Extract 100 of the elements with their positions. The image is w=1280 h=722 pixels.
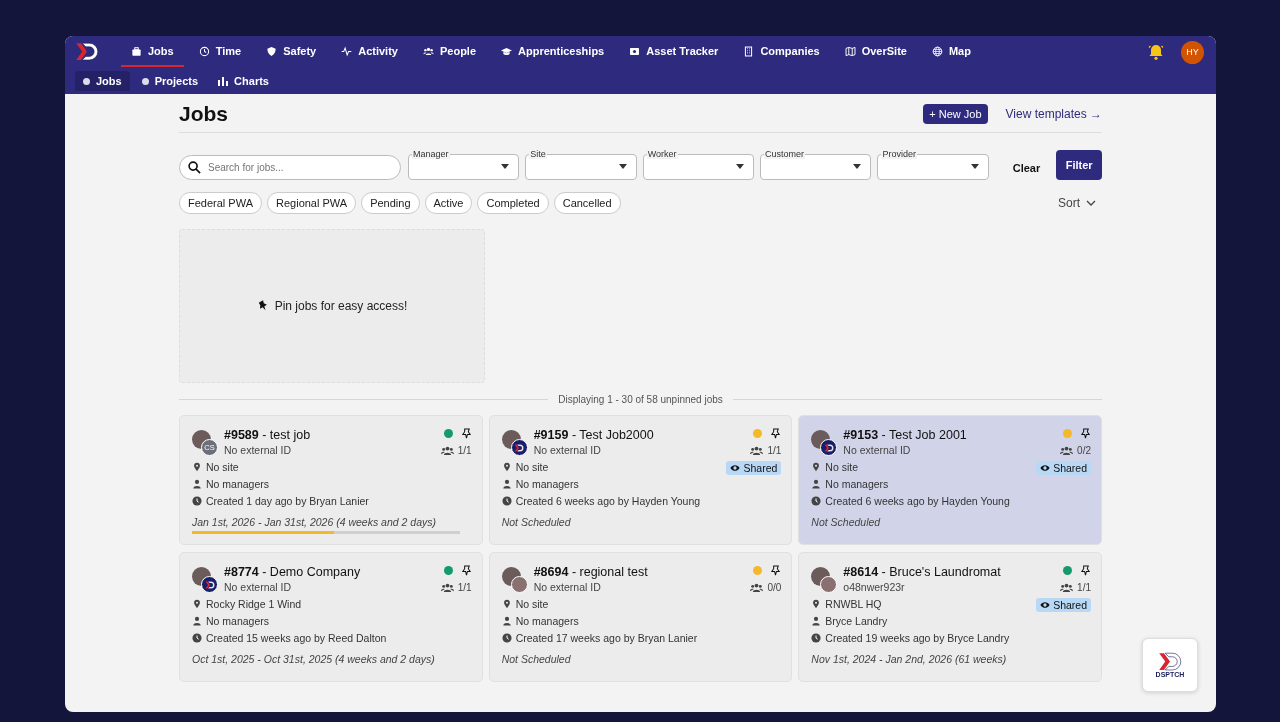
view-templates-link[interactable]: View templates → — [1005, 107, 1102, 121]
bell-icon[interactable] — [1147, 43, 1165, 61]
person-icon — [192, 616, 202, 626]
subnav-tab[interactable]: Charts — [210, 71, 277, 91]
job-card[interactable]: #9159 - Test Job2000 No external ID 1/1 No site No managers Created 6 weeks ago by Hayden Young Shared Not Scheduled — [488, 415, 793, 545]
external-id: No external ID — [843, 444, 912, 456]
nav-tab[interactable]: Map — [921, 37, 981, 67]
logo-icon[interactable] — [75, 42, 99, 62]
schedule-text: Oct 1st, 2025 - Oct 31st, 2025 (4 weeks and 2 days) — [192, 653, 436, 665]
caret-icon — [501, 164, 510, 169]
schedule-text: Jan 1st, 2026 - Jan 31st, 2026 (4 weeks and 2 days) — [192, 516, 437, 528]
managers-text: No managers — [515, 615, 579, 627]
nav-tab[interactable]: Safety — [256, 37, 327, 67]
nav-tab[interactable]: OverSite — [834, 37, 917, 67]
job-title[interactable]: #8694 - regional test — [533, 565, 745, 579]
nav-tab[interactable]: Time — [188, 37, 252, 67]
sort-button[interactable]: Sort — [1052, 195, 1102, 211]
chevron-down-icon — [1086, 200, 1096, 206]
pushpin-icon[interactable] — [460, 565, 472, 576]
pushpin-icon[interactable] — [770, 565, 782, 576]
pushpin-icon[interactable] — [1080, 428, 1091, 439]
clock-icon — [811, 633, 822, 643]
clear-button[interactable]: Clear — [1008, 156, 1045, 180]
nav-tab[interactable]: Activity — [331, 37, 408, 67]
job-title[interactable]: #9159 - Test Job2000 — [533, 428, 745, 442]
people-icon — [750, 445, 764, 456]
managers-text: Bryce Landry — [825, 615, 888, 627]
pushpin-icon[interactable] — [770, 428, 782, 439]
job-card[interactable]: #8614 - Bruce's Laundromat o48nwer923r 1/1 RNWBL HQ Bryce Landry Created 19 weeks ago by Bryce Landry Shared Nov 1st, 2024 - Jan 2nd, 2026 (61 weeks) — [798, 552, 1102, 682]
shared-badge: Shared — [726, 461, 782, 475]
shared-badge: Shared — [1036, 598, 1091, 612]
worker-count: 1/1 — [1077, 582, 1091, 593]
person-icon — [501, 479, 512, 489]
filter-chip[interactable]: Regional PWA — [267, 192, 357, 214]
clock-icon — [192, 496, 202, 506]
avatar-circle — [820, 576, 838, 593]
worker-count: 0/0 — [767, 582, 782, 593]
nav-tab[interactable]: Asset Tracker — [619, 37, 729, 67]
filter-chip[interactable]: Federal PWA — [179, 192, 262, 214]
worker-count: 1/1 — [767, 445, 782, 456]
created-text: Created 6 weeks ago by Hayden Young — [825, 495, 1010, 507]
people-icon — [1060, 582, 1074, 593]
filter-chip[interactable]: Pending — [361, 192, 420, 214]
managers-text: No managers — [825, 478, 889, 490]
person-icon — [811, 616, 822, 626]
location-pin-icon — [192, 462, 202, 472]
schedule-text: Not Scheduled — [501, 516, 572, 528]
external-id: No external ID — [533, 444, 602, 456]
job-card[interactable]: #8694 - regional test No external ID 0/0 No site No managers Created 17 weeks ago by Bryan Lanier Not Scheduled — [488, 552, 793, 682]
filter-chip[interactable]: Completed — [477, 192, 549, 214]
job-title[interactable]: #8774 - Demo Company — [224, 565, 435, 579]
pushpin-icon[interactable] — [1080, 565, 1091, 576]
created-text: Created 6 weeks ago by Hayden Young — [515, 495, 701, 507]
person-icon — [811, 479, 822, 489]
user-avatar[interactable]: HY — [1181, 40, 1204, 64]
managers-text: No managers — [515, 478, 579, 490]
job-title[interactable]: #8614 - Bruce's Laundromat — [843, 565, 1055, 579]
nav-tab[interactable]: Companies — [733, 37, 830, 67]
job-title[interactable]: #9153 - Test Job 2001 — [843, 428, 1055, 442]
eye-icon — [1040, 600, 1051, 610]
filter-chip[interactable]: Active — [424, 192, 473, 214]
site-text: Rocky Ridge 1 Wind — [206, 598, 302, 610]
nav-tab[interactable]: Jobs — [121, 37, 184, 67]
people-icon — [440, 445, 454, 456]
nav-tab[interactable]: People — [412, 37, 487, 67]
clock-icon — [501, 633, 512, 643]
caret-icon — [970, 164, 979, 169]
subnav-tab[interactable]: Jobs — [75, 71, 130, 91]
map-icon — [844, 45, 856, 57]
new-job-button[interactable]: + New Job — [923, 104, 988, 124]
caret-icon — [618, 164, 627, 169]
site-text: RNWBL HQ — [825, 598, 882, 610]
managers-text: No managers — [206, 478, 270, 490]
filter-button[interactable]: Filter — [1056, 150, 1102, 180]
dot-icon — [141, 77, 149, 85]
created-text: Created 15 weeks ago by Reed Dalton — [206, 632, 387, 644]
nav-tab[interactable]: Apprenticeships — [491, 37, 615, 67]
pin-hint: Pin jobs for easy access! — [274, 299, 408, 313]
location-pin-icon — [501, 599, 512, 609]
schedule-text: Nov 1st, 2024 - Jan 2nd, 2026 (61 weeks) — [811, 653, 1008, 665]
dot-icon — [83, 77, 90, 85]
pushpin-icon[interactable] — [460, 428, 472, 439]
created-text: Created 19 weeks ago by Bryce Landry — [825, 632, 1010, 644]
people-icon — [750, 582, 764, 593]
filter-chip[interactable]: Cancelled — [553, 192, 621, 214]
site-text: No site — [515, 598, 549, 610]
clock-icon — [501, 496, 512, 506]
schedule-text: Not Scheduled — [501, 653, 572, 665]
worker-count: 0/2 — [1077, 445, 1091, 456]
location-pin-icon — [501, 462, 512, 472]
managers-text: No managers — [206, 615, 270, 627]
results-summary: Displaying 1 - 30 of 58 unpinned jobs — [558, 394, 723, 405]
caret-icon — [853, 164, 862, 169]
job-title[interactable]: #9589 - test job — [224, 428, 435, 442]
subnav-tab[interactable]: Projects — [133, 71, 207, 91]
job-card[interactable]: #8774 - Demo Company No external ID 1/1 Rocky Ridge 1 Wind No managers Created 15 weeks ago by Reed Dalton Oct 1st, 2025 - Oct 31st, 2025 (4 weeks and 2 days) — [179, 552, 483, 682]
company-logo-icon — [820, 439, 838, 456]
search-field[interactable]: Search for jobs... — [179, 155, 401, 180]
schedule-text: Not Scheduled — [811, 516, 882, 528]
worker-count: 1/1 — [457, 582, 472, 593]
